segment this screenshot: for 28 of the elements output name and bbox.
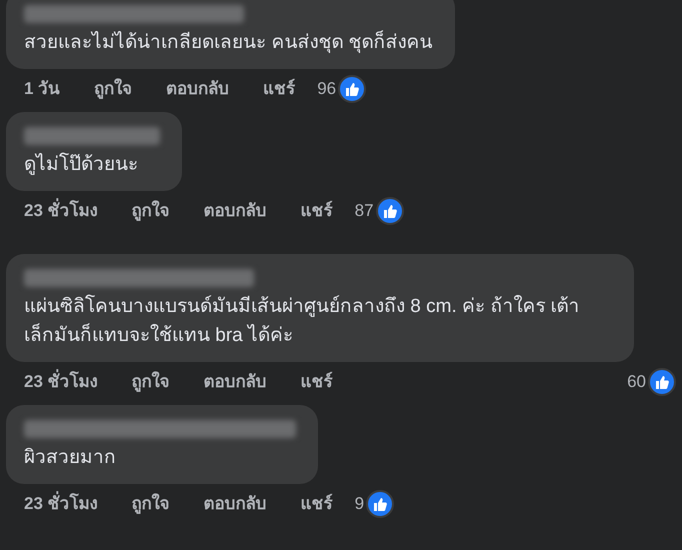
like-link[interactable]: ถูกใจ <box>132 198 170 224</box>
thumbs-up-icon <box>648 368 676 396</box>
share-link[interactable]: แชร์ <box>300 369 333 395</box>
reaction-count[interactable]: 96 <box>317 76 336 102</box>
reply-link[interactable]: ตอบกลับ <box>204 491 267 517</box>
like-link[interactable]: ถูกใจ <box>132 369 170 395</box>
comment-text: ดูไม่โป๊ด้วยนะ <box>24 152 139 177</box>
reply-link[interactable]: ตอบกลับ <box>166 76 230 102</box>
comment-text: สวยและไม่ได้น่าเกลียดเลยนะ คนส่งชุด ชุดก็ส่งคน <box>24 29 433 55</box>
reaction-count[interactable]: 60 <box>627 369 646 395</box>
share-link[interactable]: แชร์ <box>263 76 296 102</box>
thumbs-up-icon <box>376 197 404 225</box>
share-link[interactable]: แชร์ <box>300 198 333 224</box>
comment-text: แผ่นซิลิโคนบางแบรนด์มันมีเส้นผ่าศูนย์กลางถึง 8 cm. ค่ะ ถ้าใคร เต้าเล็กมันก็แทบจะใช้แทน bra ได้ค่ะ <box>24 294 581 348</box>
like-link[interactable]: ถูกใจ <box>94 76 132 102</box>
comment-time[interactable]: 23 ชั่วโมง <box>24 369 98 395</box>
thumbs-up-icon <box>366 490 394 518</box>
reaction-count[interactable]: 9 <box>354 491 364 517</box>
comment-time[interactable]: 23 ชั่วโมง <box>24 198 98 224</box>
thumbs-up-icon <box>338 75 366 103</box>
comment-time[interactable]: 23 ชั่วโมง <box>24 491 98 517</box>
reply-link[interactable]: ตอบกลับ <box>204 369 267 395</box>
comment-text: ผิวสวยมาก <box>24 446 117 470</box>
like-link[interactable]: ถูกใจ <box>132 491 170 517</box>
share-link[interactable]: แชร์ <box>300 491 333 517</box>
comment-time[interactable]: 1 วัน <box>24 76 60 102</box>
reaction-count[interactable]: 87 <box>354 198 374 224</box>
reply-link[interactable]: ตอบกลับ <box>204 198 267 224</box>
